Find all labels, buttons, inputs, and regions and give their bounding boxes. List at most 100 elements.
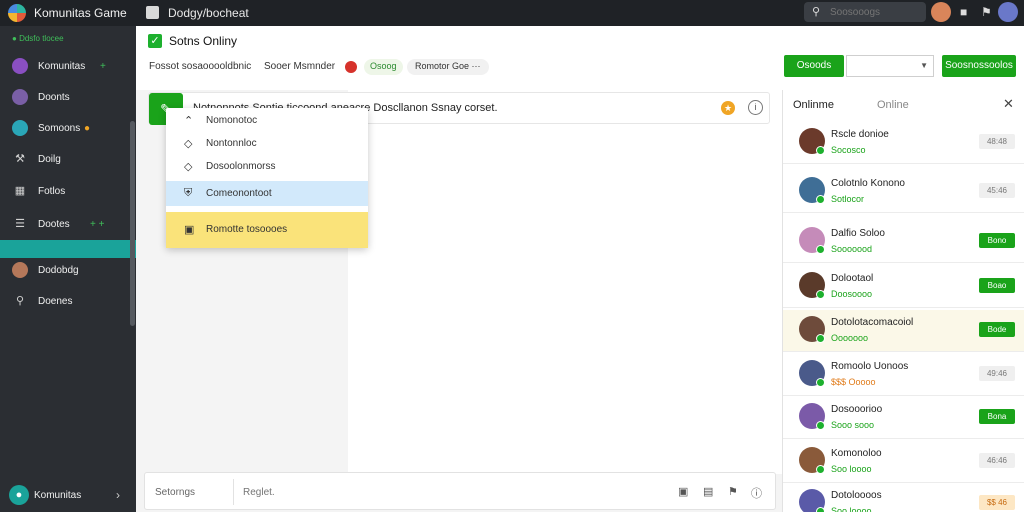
contact-row[interactable]: Colotnlo Konono Sotlocor 45:46	[783, 171, 1024, 213]
sidebar: ● Ddsfo tlocee Komunitas + Doonts Somoon…	[0, 26, 136, 512]
secondary-action-button[interactable]: Soosnossoolos	[942, 55, 1016, 77]
contact-name: Colotnlo Konono	[831, 178, 905, 189]
status-line: ● Ddsfo tlocee	[12, 34, 64, 43]
contact-tag[interactable]: Boao	[979, 278, 1015, 293]
community-icon: ●	[9, 485, 29, 505]
notification-dot-icon: ●	[84, 123, 91, 134]
primary-action-button[interactable]: Osoods	[784, 55, 844, 77]
filter-pill[interactable]: Romotor Goe ···	[407, 59, 489, 75]
shield-icon: ⛨	[184, 187, 193, 199]
dropdown-item-selected[interactable]: ⛨ Comeonontoot	[166, 181, 368, 206]
sidebar-item-label: Doonts	[38, 92, 70, 103]
contact-row[interactable]: Komonoloo Soo loooo 46:46	[783, 441, 1024, 483]
contact-status-text: Socosco	[831, 145, 866, 155]
dropdown-item[interactable]: ⌃ Nomonotoc	[166, 108, 368, 133]
message-input[interactable]	[243, 484, 643, 500]
sidebar-item-label: Dodobdg	[38, 265, 79, 276]
contact-row[interactable]: Dosooorioo Sooo sooo Bona	[783, 397, 1024, 439]
online-status-icon	[816, 290, 825, 299]
document-icon	[146, 6, 159, 19]
search-icon: ⚲	[15, 295, 25, 307]
sidebar-item-doenes[interactable]: ⚲ Doenes	[0, 288, 130, 316]
sidebar-item-dootes[interactable]: ☰ Dootes + +	[0, 211, 130, 239]
search-icon: ⚲	[812, 6, 821, 18]
sidebar-item-label: Dootes	[38, 219, 70, 230]
user-avatar-icon[interactable]	[931, 2, 951, 22]
search-input[interactable]	[830, 5, 920, 19]
contact-row[interactable]: Dotolotacomacoiol Ooooooo Bode	[783, 310, 1024, 352]
tab-online-me[interactable]: Onlinme	[793, 99, 834, 111]
sidebar-item-komunitas[interactable]: Komunitas +	[0, 53, 130, 81]
dropdown-item-highlighted[interactable]: ▣ Romotte tosoooes	[166, 212, 368, 248]
contact-name: Komonoloo	[831, 448, 882, 459]
contact-name: Dalfio Soloo	[831, 228, 885, 239]
flag-icon[interactable]: ⚑	[981, 5, 992, 19]
diamond-icon: ◇	[184, 138, 193, 150]
subbar-text: Fossot sosaooooldbnic	[149, 61, 252, 72]
contact-row[interactable]: Dotoloooos Soo loooo $$ 46	[783, 483, 1024, 512]
sidebar-item-label: Komunitas	[38, 61, 86, 72]
sidebar-footer[interactable]: ● Komunitas ›	[0, 481, 136, 512]
user-icon	[12, 120, 28, 136]
close-icon[interactable]: ✕	[1003, 96, 1014, 112]
sidebar-item-label: Somoons	[38, 123, 81, 134]
status-badge[interactable]: Osoog	[364, 59, 403, 75]
dropdown-item[interactable]: ◇ Dosoolonmorss	[166, 154, 368, 179]
message-composer: Setorngs ▣ ▤ ⚑ ⓘ	[144, 472, 776, 510]
attach-icon[interactable]: ▤	[703, 485, 713, 498]
composer-settings-label[interactable]: Setorngs	[155, 487, 195, 498]
emoji-icon[interactable]: ★	[721, 101, 735, 115]
content-pane	[348, 90, 782, 474]
notifications-icon[interactable]: ■	[960, 5, 967, 19]
sidebar-item-badge: + +	[90, 219, 105, 230]
tab-online[interactable]: Online	[877, 99, 909, 111]
sidebar-item-doonts[interactable]: Doonts	[0, 84, 130, 112]
divider	[233, 479, 234, 505]
contact-status-text: Doosoooo	[831, 289, 873, 299]
sidebar-item-fotlos[interactable]: ▦ Fotlos	[0, 178, 130, 206]
info-icon[interactable]: ⓘ	[751, 485, 762, 501]
contact-row[interactable]: Dalfio Soloo Sooooood Bono	[783, 221, 1024, 263]
online-status-icon	[816, 245, 825, 254]
contact-row[interactable]: Romoolo Uonoos $$$ Ooooo 49:46	[783, 354, 1024, 396]
search-box[interactable]: ⚲	[804, 2, 926, 22]
diamond-icon: ◇	[184, 161, 193, 173]
online-status-icon	[816, 507, 825, 512]
flag-icon[interactable]: ⚑	[728, 485, 738, 498]
dropdown-item-label: Comeonontoot	[206, 188, 272, 199]
contact-name: Dotoloooos	[831, 490, 882, 501]
online-status-icon	[816, 195, 825, 204]
contact-status-text: Soo loooo	[831, 506, 872, 512]
check-icon[interactable]: ✓	[148, 34, 162, 48]
app-title: Komunitas Game	[34, 6, 127, 20]
info-icon[interactable]: i	[748, 100, 763, 115]
image-icon[interactable]: ▣	[678, 485, 688, 498]
sidebar-item-dodobdg[interactable]: Dodobdg	[0, 257, 130, 285]
contact-tag[interactable]: Bona	[979, 409, 1015, 424]
contact-tag: 49:46	[979, 366, 1015, 381]
sidebar-item-badge: +	[100, 61, 106, 72]
contact-row[interactable]: Rscle donioe Socosco 48:48	[783, 122, 1024, 164]
chevron-right-icon[interactable]: ›	[116, 488, 120, 502]
contact-tag[interactable]: Bono	[979, 233, 1015, 248]
contact-name: Romoolo Uonoos	[831, 361, 909, 372]
dropdown-item[interactable]: ◇ Nontonnloc	[166, 131, 368, 156]
document-title: Dodgy/bocheat	[168, 6, 249, 20]
footer-label: Komunitas	[34, 490, 82, 501]
online-status-icon	[816, 334, 825, 343]
chevron-down-icon: ▼	[920, 61, 928, 70]
contact-name: Dolootaol	[831, 273, 874, 284]
sidebar-item-doilg[interactable]: ⚒ Doilg	[0, 146, 130, 174]
profile-avatar-icon[interactable]	[998, 2, 1018, 22]
sidebar-item-somoons[interactable]: Somoons ●	[0, 115, 130, 143]
contact-status-text: $$$ Ooooo	[831, 377, 876, 387]
subbar-name: Sooer Msmnder	[264, 61, 336, 72]
contact-row[interactable]: Dolootaol Doosoooo Boao	[783, 266, 1024, 308]
contact-tag[interactable]: Bode	[979, 322, 1015, 337]
contact-status-text: Sotlocor	[831, 194, 865, 204]
wrench-icon: ⚒	[15, 153, 25, 165]
sidebar-selected-item[interactable]	[0, 240, 136, 258]
sidebar-scrollbar[interactable]	[130, 121, 135, 326]
list-icon: ☰	[15, 218, 25, 230]
filter-select[interactable]: ▼	[846, 55, 934, 77]
